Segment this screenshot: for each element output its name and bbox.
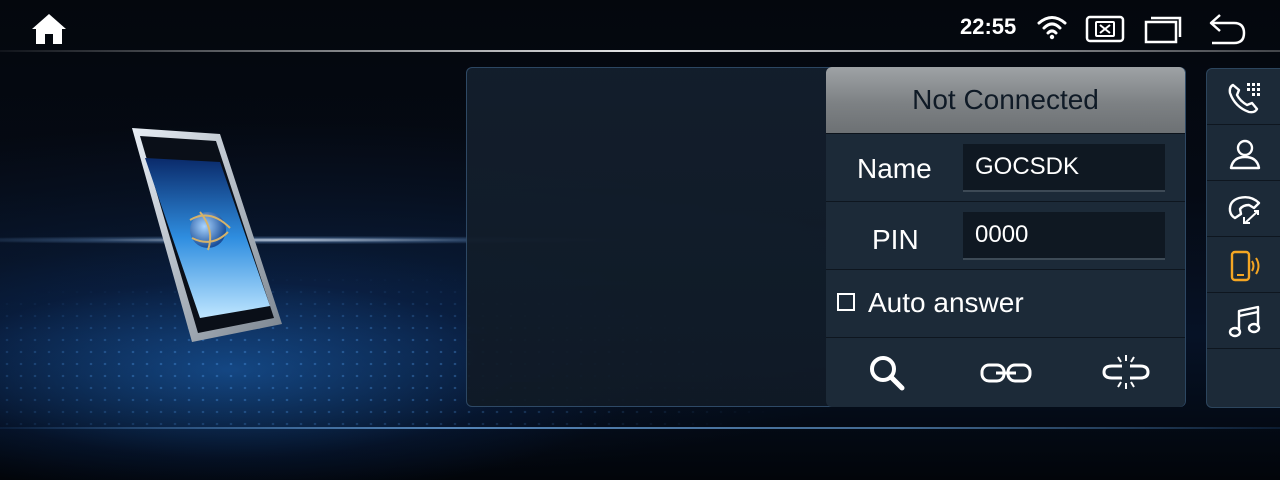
wifi-icon [1037,16,1067,40]
pin-field[interactable]: 0000 [963,212,1165,260]
nav-call-log[interactable] [1207,181,1280,237]
name-label: Name [857,153,932,184]
side-nav [1206,68,1280,408]
pin-row: PIN 0000 [826,202,1185,270]
device-name-field[interactable]: GOCSDK [963,144,1165,192]
search-icon [870,356,905,391]
recent-apps-icon [1144,16,1182,44]
close-app-button[interactable] [1085,15,1125,48]
background-bottom-line [0,427,1280,429]
nav-music[interactable] [1207,293,1280,349]
clock: 22:55 [960,14,1017,39]
auto-answer-row[interactable]: Auto answer [826,270,1185,338]
status-bar: 22:55 [0,0,1280,52]
home-icon [32,14,66,44]
phone-bluetooth-icon [1230,250,1260,282]
nav-bluetooth-phone[interactable] [1207,237,1280,293]
nav-contacts[interactable] [1207,125,1280,181]
contacts-icon [1229,139,1261,170]
connect-button[interactable] [980,361,1032,390]
music-icon [1228,305,1261,338]
close-box-icon [1085,15,1125,43]
unlink-icon [1102,355,1150,389]
back-button[interactable] [1206,12,1248,51]
search-button[interactable] [868,354,906,397]
link-icon [980,363,1032,383]
phone-illustration [132,128,282,342]
nav-dialpad[interactable] [1207,69,1280,125]
bluetooth-settings-panel: Not Connected Name GOCSDK PIN 0000 Auto … [826,67,1185,407]
name-row: Name GOCSDK [826,134,1185,202]
disconnect-button[interactable] [1102,353,1150,396]
home-button[interactable] [30,12,70,48]
pin-label: PIN [872,224,919,255]
back-icon [1209,14,1246,45]
auto-answer-checkbox[interactable] [837,293,855,311]
dialpad-icon [1228,83,1260,114]
status-bar-divider [0,50,1280,52]
recent-apps-button[interactable] [1144,14,1182,49]
call-log-icon [1228,195,1261,224]
auto-answer-label: Auto answer [868,287,1024,318]
bluetooth-actions [826,339,1185,407]
connection-status: Not Connected [826,67,1185,134]
